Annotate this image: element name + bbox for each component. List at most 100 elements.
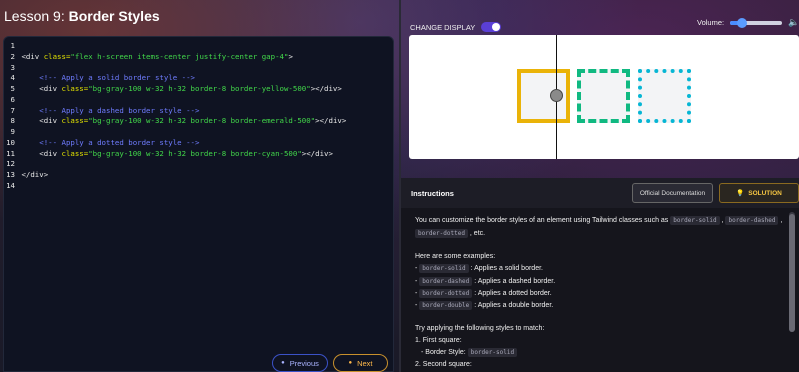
code-token: "bg-gray-100 w-32 h-32 border-8 border-y… [88, 84, 311, 93]
preview-area [409, 35, 799, 159]
code-token: class= [61, 84, 89, 93]
example-item: - border-double : Applies a double borde… [415, 301, 554, 310]
code-token: <div [21, 84, 62, 93]
intro-text: You can customize the border styles of a… [415, 216, 783, 225]
code-text: </div> [17, 170, 48, 181]
try-heading: Try applying the following styles to mat… [415, 325, 545, 332]
second-square-heading: 2. Second square: [415, 361, 472, 368]
solution-label: SOLUTION [748, 189, 782, 197]
code-chip: border-solid [419, 264, 469, 273]
first-square-style: - Border Style: border-solid [421, 348, 518, 357]
example-text: : Applies a solid border. [470, 265, 543, 272]
previous-label: Previous [289, 358, 319, 368]
example-item: - border-solid : Applies a solid border. [415, 264, 543, 273]
instructions-title: Instructions [411, 189, 454, 198]
change-display-label: CHANGE DISPLAY [410, 22, 476, 32]
code-chip: border-solid [467, 348, 518, 357]
intro-end: , etc. [469, 230, 486, 237]
code-token: ></div> [315, 116, 347, 126]
line-number: 5 [10, 84, 15, 93]
instructions-header: Instructions Official Documentation 💡 SO… [401, 178, 799, 208]
line-number: 14 [6, 180, 15, 190]
code-token: <div [21, 51, 44, 61]
code-line[interactable]: 8 <div class="bg-gray-100 w-32 h-32 bord… [4, 116, 393, 127]
volume-knob[interactable] [736, 17, 747, 28]
compare-slider-handle[interactable] [550, 89, 563, 102]
line-number: 11 [6, 148, 15, 158]
scroll-thumb[interactable] [789, 214, 795, 332]
code-chip: border-dotted [419, 289, 473, 298]
line-number: 6 [10, 94, 15, 104]
line-number: 7 [10, 105, 15, 115]
line-number: 9 [10, 127, 15, 136]
lesson-name: Border Styles [68, 8, 160, 24]
example-text: : Applies a double border. [474, 302, 554, 309]
line-number: 3 [10, 62, 15, 72]
code-token: ></div> [310, 84, 342, 93]
next-button[interactable]: ● Next [333, 354, 388, 372]
code-token: class= [61, 148, 89, 158]
examples-heading: Here are some examples: [415, 253, 496, 260]
page-title: Lesson 9: Border Styles [4, 8, 160, 24]
example-text: : Applies a dotted border. [474, 290, 552, 297]
change-display-control: CHANGE DISPLAY [410, 22, 502, 32]
right-panel: CHANGE DISPLAY Volume: 🔈 Instructions Of… [401, 0, 799, 372]
change-display-toggle[interactable] [481, 22, 502, 32]
code-line[interactable]: 9 [4, 127, 393, 138]
lightbulb-icon: 💡 [736, 190, 745, 197]
code-text: <div class="bg-gray-100 w-32 h-32 border… [17, 149, 333, 160]
line-number: 13 [6, 170, 15, 179]
code-chip: border-dotted [415, 229, 468, 238]
code-token: "flex h-screen items-center justify-cent… [70, 51, 289, 61]
previous-button[interactable]: ● Previous [272, 354, 328, 372]
code-token: class= [61, 116, 89, 126]
code-line[interactable]: 7 <!-- Apply a dashed border style --> [4, 106, 393, 117]
example-text: : Applies a dashed border. [474, 278, 556, 285]
code-line[interactable]: 6 [4, 95, 393, 106]
code-chip: border-dashed [725, 216, 779, 225]
code-line[interactable]: 3 [4, 63, 393, 74]
code-token: "bg-gray-100 w-32 h-32 border-8 border-e… [88, 116, 316, 126]
code-token: </div> [21, 170, 49, 179]
intro-label: You can customize the border styles of a… [415, 217, 669, 224]
example-item: - border-dotted : Applies a dotted borde… [415, 289, 552, 298]
code-line[interactable]: 1 [4, 41, 393, 52]
speaker-icon[interactable]: 🔈 [788, 17, 799, 28]
code-line[interactable]: 13 </div> [4, 170, 393, 181]
volume-control: Volume: 🔈 [697, 17, 799, 28]
style-label: - Border Style: [421, 349, 466, 356]
code-token: "bg-gray-100 w-32 h-32 border-8 border-c… [88, 148, 302, 158]
official-documentation-button[interactable]: Official Documentation [632, 183, 713, 203]
code-line[interactable]: 10 <!-- Apply a dotted border style --> [4, 138, 393, 149]
code-line[interactable]: 12 [4, 159, 393, 170]
code-area[interactable]: 1 2 <div class="flex h-screen items-cent… [4, 41, 393, 192]
code-line[interactable]: 14 [4, 181, 393, 192]
volume-label: Volume: [697, 18, 725, 27]
code-text: <div class="bg-gray-100 w-32 h-32 border… [17, 116, 346, 127]
code-token: <!-- Apply a dotted border style --> [21, 137, 200, 147]
previous-dot-icon: ● [281, 360, 285, 366]
code-line[interactable]: 2 <div class="flex h-screen items-center… [4, 52, 393, 63]
code-chip: border-solid [670, 216, 720, 225]
code-token: class= [43, 51, 71, 61]
instructions-scrollbar[interactable] [789, 212, 795, 332]
code-line[interactable]: 11 <div class="bg-gray-100 w-32 h-32 bor… [4, 149, 393, 160]
code-line[interactable]: 4 <!-- Apply a solid border style --> [4, 73, 393, 84]
line-number: 8 [10, 116, 15, 126]
left-panel: Lesson 9: Border Styles 1 2 <div class="… [0, 0, 399, 372]
line-number: 10 [6, 137, 15, 147]
dotted-border-square [638, 69, 691, 123]
code-editor[interactable]: 1 2 <div class="flex h-screen items-cent… [3, 36, 394, 372]
code-token: <div [21, 148, 62, 158]
solution-button[interactable]: 💡 SOLUTION [719, 183, 799, 203]
next-label: Next [357, 358, 373, 368]
volume-slider[interactable] [730, 17, 783, 28]
code-line[interactable]: 5 <div class="bg-gray-100 w-32 h-32 bord… [4, 84, 393, 95]
lesson-number: Lesson 9: [4, 8, 69, 24]
line-number: 2 [10, 51, 15, 61]
code-token: <!-- Apply a dashed border style --> [21, 105, 200, 115]
